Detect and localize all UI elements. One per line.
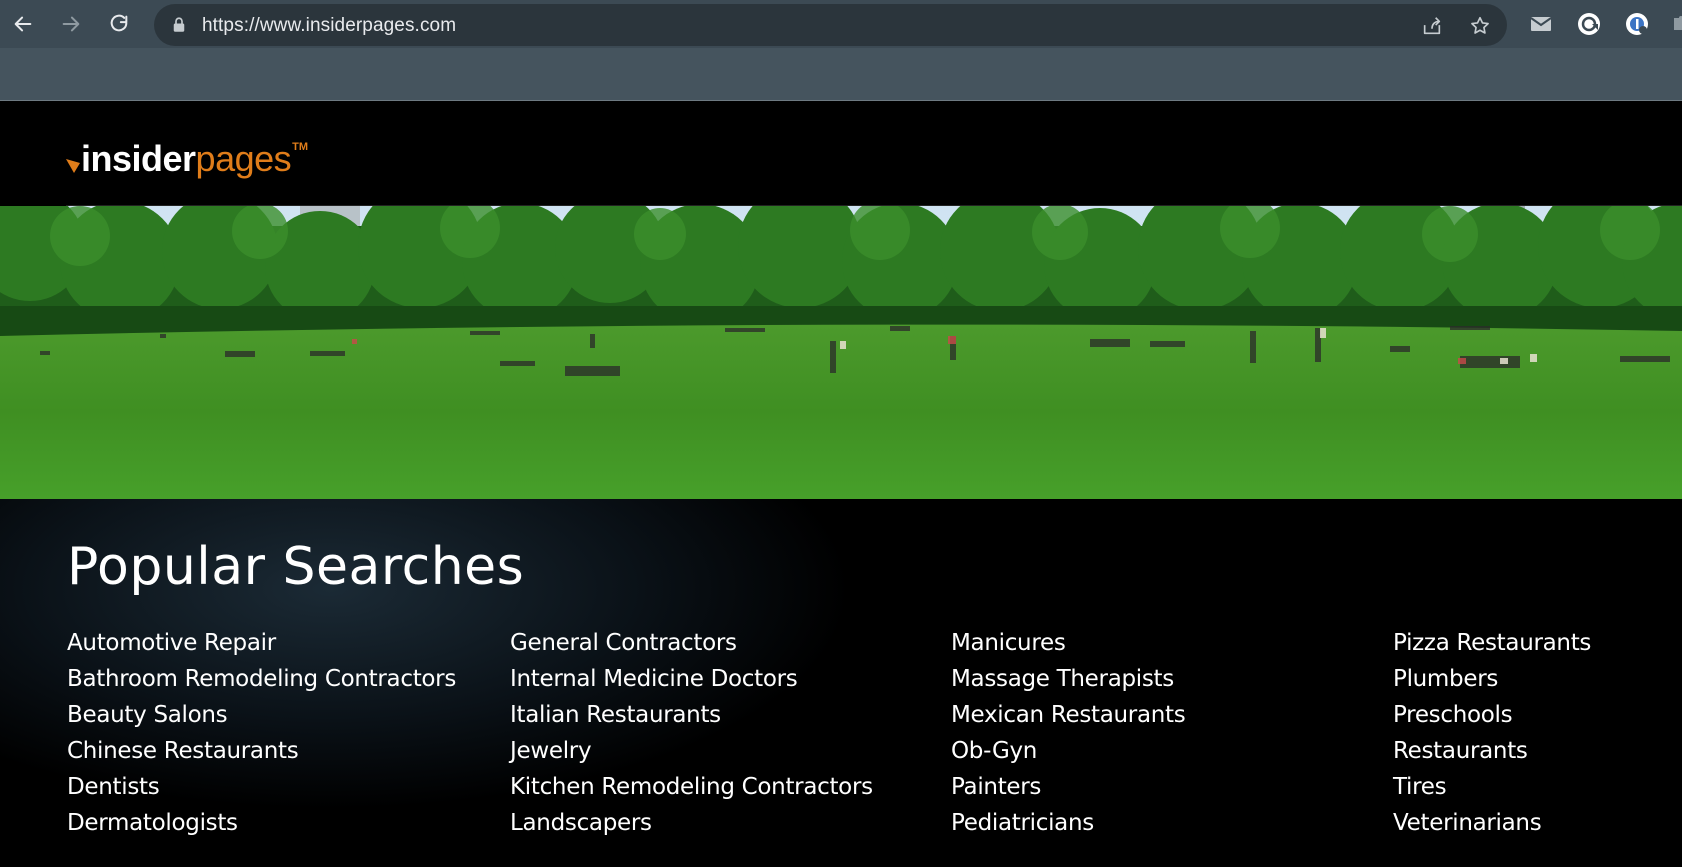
popular-link[interactable]: Preschools <box>1393 697 1591 733</box>
share-icon[interactable] <box>1421 15 1443 37</box>
mail-icon[interactable] <box>1529 12 1553 36</box>
reload-icon[interactable] <box>105 10 133 38</box>
popular-link[interactable]: Automotive Repair <box>67 625 456 661</box>
popular-link[interactable]: Chinese Restaurants <box>67 733 456 769</box>
popular-link[interactable]: Restaurants <box>1393 733 1591 769</box>
logo-insider-text: insider <box>81 138 196 179</box>
popular-link[interactable]: Jewelry <box>510 733 873 769</box>
popular-link[interactable]: Mexican Restaurants <box>951 697 1186 733</box>
popular-link[interactable]: Italian Restaurants <box>510 697 873 733</box>
popular-link[interactable]: Veterinarians <box>1393 805 1591 841</box>
popular-column-3: Manicures Massage Therapists Mexican Res… <box>951 625 1186 841</box>
popular-link[interactable]: Painters <box>951 769 1185 805</box>
puzzle-icon[interactable] <box>1668 12 1682 36</box>
popular-link[interactable]: Manicures <box>951 625 1185 661</box>
popular-column-2: General Contractors Internal Medicine Do… <box>510 625 873 841</box>
popular-link[interactable]: Bathroom Remodeling Contractors <box>67 661 456 697</box>
popular-link[interactable]: Tires <box>1393 769 1591 805</box>
extension-icon[interactable] <box>1577 12 1601 36</box>
popular-column-4: Pizza Restaurants Plumbers Preschools Re… <box>1393 625 1591 841</box>
popular-link[interactable]: Plumbers <box>1393 661 1591 697</box>
profile-icon[interactable] <box>1625 12 1649 36</box>
lock-icon[interactable] <box>170 16 188 34</box>
back-arrow-icon[interactable] <box>9 10 37 38</box>
forward-arrow-icon[interactable] <box>57 10 85 38</box>
popular-link[interactable]: Ob-Gyn <box>951 733 1185 769</box>
popular-link[interactable]: Massage Therapists <box>951 661 1185 697</box>
insiderpages-logo[interactable]: insider pages TM <box>66 137 308 181</box>
popular-link[interactable]: General Contractors <box>510 625 873 661</box>
logo-trademark: TM <box>292 141 309 153</box>
popular-link[interactable]: Landscapers <box>510 805 873 841</box>
browser-toolbar: https://www.insiderpages.com <box>0 0 1682 101</box>
popular-link[interactable]: Dermatologists <box>67 805 456 841</box>
popular-link[interactable]: Kitchen Remodeling Contractors <box>510 769 873 805</box>
url-text[interactable]: https://www.insiderpages.com <box>202 15 456 37</box>
logo-pages-text: pages <box>195 138 292 179</box>
popular-link[interactable]: Dentists <box>67 769 456 805</box>
address-bar[interactable]: https://www.insiderpages.com <box>154 4 1507 46</box>
popular-link[interactable]: Internal Medicine Doctors <box>510 661 873 697</box>
popular-searches-title: Popular Searches <box>67 537 525 597</box>
popular-link[interactable]: Pizza Restaurants <box>1393 625 1591 661</box>
site-header: insider pages TM <box>0 101 1682 206</box>
popular-column-1: Automotive Repair Bathroom Remodeling Co… <box>67 625 456 841</box>
popular-searches-section: Popular Searches Automotive Repair Bathr… <box>0 499 1682 867</box>
hero-park-image <box>0 206 1682 499</box>
popular-link[interactable]: Beauty Salons <box>67 697 456 733</box>
toolbar-spacer <box>0 48 1682 100</box>
logo-arrow-icon <box>66 159 80 173</box>
star-icon[interactable] <box>1469 15 1491 37</box>
popular-link[interactable]: Pediatricians <box>951 805 1185 841</box>
